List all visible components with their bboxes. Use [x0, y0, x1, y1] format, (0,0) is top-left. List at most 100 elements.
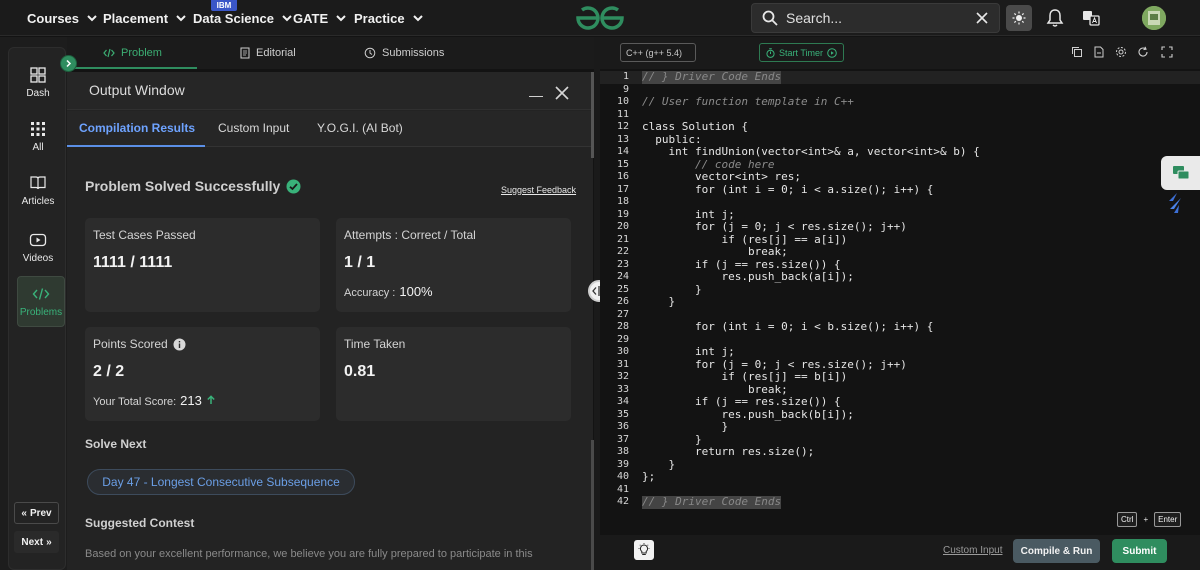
- sidebar-item-problems[interactable]: Problems: [17, 276, 65, 327]
- line-number: 34: [616, 396, 629, 407]
- code-line[interactable]: 16 vector<int> res;: [600, 170, 1200, 184]
- sidebar-panel: Dash All Articles Videos Problems: [8, 47, 66, 570]
- tab-yogi-ai-bot[interactable]: Y.O.G.I. (AI Bot): [317, 121, 403, 135]
- sidebar-item-all[interactable]: All: [9, 120, 67, 153]
- sidebar-item-dash[interactable]: Dash: [9, 66, 67, 99]
- code-area[interactable]: 1 // } Driver Code Ends 9 10 // User functio…: [600, 69, 1200, 509]
- line-text: break;: [642, 245, 788, 258]
- scrollbar-thumb[interactable]: [591, 72, 594, 158]
- next-button[interactable]: Next »: [14, 531, 59, 553]
- nav-placement[interactable]: Placement: [103, 0, 188, 36]
- prev-button[interactable]: « Prev: [14, 502, 59, 524]
- line-number: 11: [616, 108, 629, 120]
- scrollbar-thumb[interactable]: [591, 440, 594, 570]
- stopwatch-icon: [766, 47, 775, 58]
- search-input[interactable]: [786, 10, 956, 26]
- chevron-down-icon: [87, 15, 97, 22]
- gfg-logo[interactable]: [574, 4, 626, 32]
- line-number: 10: [616, 96, 629, 107]
- output-title: Output Window: [89, 82, 185, 98]
- nav-label: Practice: [354, 10, 405, 26]
- line-text: };: [642, 470, 656, 483]
- submit-button[interactable]: Submit: [1112, 539, 1167, 563]
- line-number: 23: [616, 258, 629, 270]
- code-line[interactable]: 39 }: [600, 458, 1200, 472]
- chevron-down-icon: [176, 15, 186, 22]
- code-line[interactable]: 38 return res.size();: [600, 445, 1200, 459]
- total-score-label: Your Total Score:: [93, 396, 177, 408]
- minimize-icon[interactable]: [529, 96, 543, 97]
- line-number: 35: [616, 408, 629, 420]
- code-line[interactable]: 1 // } Driver Code Ends: [600, 70, 1200, 84]
- code-line[interactable]: 40};: [600, 470, 1200, 484]
- kbd-ctrl: Ctrl: [1117, 511, 1138, 527]
- close-icon[interactable]: [555, 86, 569, 100]
- code-line[interactable]: 32 if (res[j] == b[i]): [600, 370, 1200, 384]
- tests-card: Test Cases Passed 1111 / 1111: [85, 218, 320, 312]
- line-number: 15: [616, 158, 629, 170]
- user-avatar-icon: [1142, 6, 1166, 30]
- fullscreen-icon[interactable]: [1161, 46, 1173, 58]
- expand-panel-button[interactable]: [60, 55, 77, 72]
- code-line[interactable]: 34 if (j == res.size()) {: [600, 395, 1200, 409]
- settings-icon[interactable]: [1115, 46, 1127, 58]
- code-line[interactable]: 10 // User function template in C++: [600, 95, 1200, 109]
- sidebar-item-videos[interactable]: Videos: [9, 231, 67, 264]
- line-number: 25: [616, 283, 629, 295]
- suggest-feedback-link[interactable]: Suggest Feedback: [501, 185, 576, 195]
- nav-gate[interactable]: GATE: [293, 0, 348, 36]
- code-line[interactable]: 28 for (int i = 0; i < b.size(); i++) {: [600, 320, 1200, 334]
- nav-data-science[interactable]: Data Science: [193, 0, 294, 36]
- stack-logo-icon[interactable]: [1165, 192, 1185, 214]
- code-icon: [32, 288, 50, 300]
- result-status-text: Problem Solved Successfully: [85, 178, 281, 194]
- file-reset-icon[interactable]: [1093, 46, 1105, 58]
- search-box[interactable]: [751, 3, 1000, 33]
- chat-widget-button[interactable]: [1161, 156, 1200, 190]
- tab-editorial[interactable]: Editorial: [240, 37, 296, 69]
- sidebar-item-articles[interactable]: Articles: [9, 174, 67, 207]
- problem-tabs: Problem Editorial Submissions: [67, 37, 594, 69]
- compile-run-button[interactable]: Compile & Run: [1013, 539, 1100, 563]
- accuracy-label: Accuracy :: [344, 287, 396, 299]
- nav-courses[interactable]: Courses: [27, 0, 99, 36]
- code-line[interactable]: 17 for (int i = 0; i < a.size(); i++) {: [600, 183, 1200, 197]
- code-line[interactable]: 25 }: [600, 283, 1200, 297]
- nav-practice[interactable]: Practice: [354, 0, 425, 36]
- grid-icon: [31, 122, 45, 136]
- refresh-icon[interactable]: [1137, 46, 1149, 58]
- card-label: Attempts : Correct / Total: [344, 228, 476, 242]
- code-line[interactable]: 36 }: [600, 420, 1200, 434]
- language-select[interactable]: C++ (g++ 5.4): [620, 43, 696, 62]
- hint-button[interactable]: [634, 540, 654, 560]
- nav-label: GATE: [293, 10, 329, 26]
- code-line[interactable]: 22 break;: [600, 245, 1200, 259]
- tab-problem[interactable]: Problem: [103, 37, 162, 69]
- start-timer-button[interactable]: Start Timer: [759, 43, 844, 62]
- code-line[interactable]: 24 res.push_back(a[i]);: [600, 270, 1200, 284]
- code-line[interactable]: 20 for (j = 0; j < res.size(); j++): [600, 220, 1200, 234]
- code-line[interactable]: 26 }: [600, 295, 1200, 309]
- tab-submissions[interactable]: Submissions: [364, 37, 444, 69]
- custom-input-link[interactable]: Custom Input: [943, 545, 1002, 556]
- next-label: Next: [21, 536, 44, 548]
- line-text: if (res[j] == b[i]): [642, 370, 848, 383]
- code-line[interactable]: 18: [600, 196, 1200, 209]
- code-line[interactable]: 12 class Solution {: [600, 120, 1200, 134]
- solve-next-link[interactable]: Day 47 - Longest Consecutive Subsequence: [87, 469, 355, 495]
- theme-toggle-button[interactable]: [1006, 5, 1032, 31]
- bell-icon[interactable]: [1045, 8, 1065, 28]
- tab-custom-input[interactable]: Custom Input: [218, 121, 289, 135]
- card-label-row: Points Scored: [93, 337, 186, 351]
- copy-icon[interactable]: [1071, 46, 1083, 58]
- code-line[interactable]: 42 // } Driver Code Ends: [600, 495, 1200, 509]
- info-icon[interactable]: [173, 338, 186, 351]
- card-value: 1 / 1: [344, 254, 376, 271]
- code-line[interactable]: 30 int j;: [600, 345, 1200, 359]
- avatar[interactable]: [1142, 6, 1166, 30]
- translate-icon[interactable]: [1081, 8, 1101, 28]
- close-icon[interactable]: [975, 11, 989, 25]
- tab-compilation-results[interactable]: Compilation Results: [79, 121, 195, 135]
- line-number: 24: [616, 271, 629, 282]
- code-line[interactable]: 14 int findUnion(vector<int>& a, vector<…: [600, 145, 1200, 159]
